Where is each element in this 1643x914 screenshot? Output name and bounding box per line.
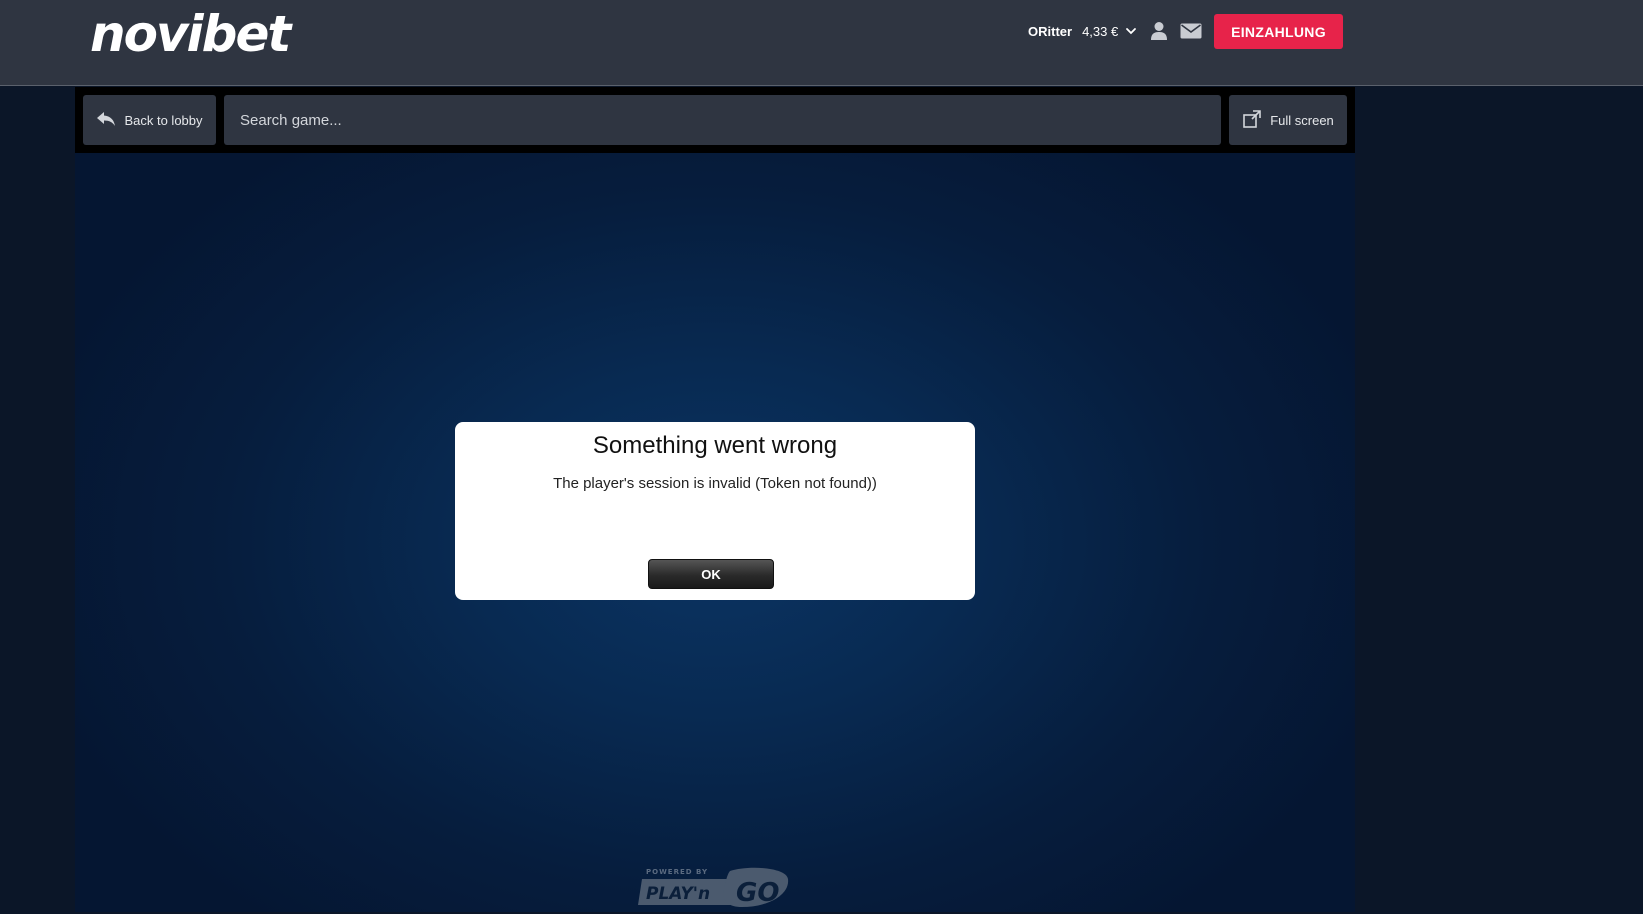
mail-icon[interactable] — [1180, 14, 1202, 48]
fullscreen-icon — [1242, 109, 1262, 132]
back-to-lobby-label: Back to lobby — [124, 112, 203, 128]
back-to-lobby-button[interactable]: Back to lobby — [83, 95, 216, 145]
username: ORitter — [1028, 23, 1073, 39]
user-area: ORitter 4,33 € — [1028, 14, 1214, 48]
novibet-logo[interactable]: novibet — [90, 4, 291, 64]
ok-button[interactable]: OK — [648, 559, 774, 589]
playngo-logo: POWERED BY PLAY'n GO — [638, 865, 790, 909]
fullscreen-button[interactable]: Full screen — [1229, 95, 1347, 145]
site-header: novibet ORitter 4,33 € EINZAHLUNG — [0, 0, 1643, 86]
reply-arrow-icon — [96, 111, 116, 130]
balance-value[interactable]: 4,33 € — [1082, 24, 1118, 39]
powered-by-text: POWERED BY — [646, 868, 708, 876]
dialog-message: The player's session is invalid (Token n… — [553, 475, 877, 492]
search-game-input[interactable] — [224, 95, 1221, 145]
deposit-button[interactable]: EINZAHLUNG — [1214, 14, 1343, 49]
game-frame: Back to lobby Full screen Something went… — [75, 87, 1355, 912]
svg-text:GO: GO — [736, 878, 779, 908]
chevron-down-icon[interactable] — [1124, 24, 1138, 38]
game-toolbar: Back to lobby Full screen — [75, 87, 1355, 153]
provider-name-text: PLAY'n — [646, 884, 710, 904]
user-icon[interactable] — [1150, 14, 1168, 48]
fullscreen-label: Full screen — [1270, 112, 1334, 128]
dialog-title: Something went wrong — [592, 432, 838, 459]
error-dialog: Something went wrong The player's sessio… — [455, 422, 975, 600]
